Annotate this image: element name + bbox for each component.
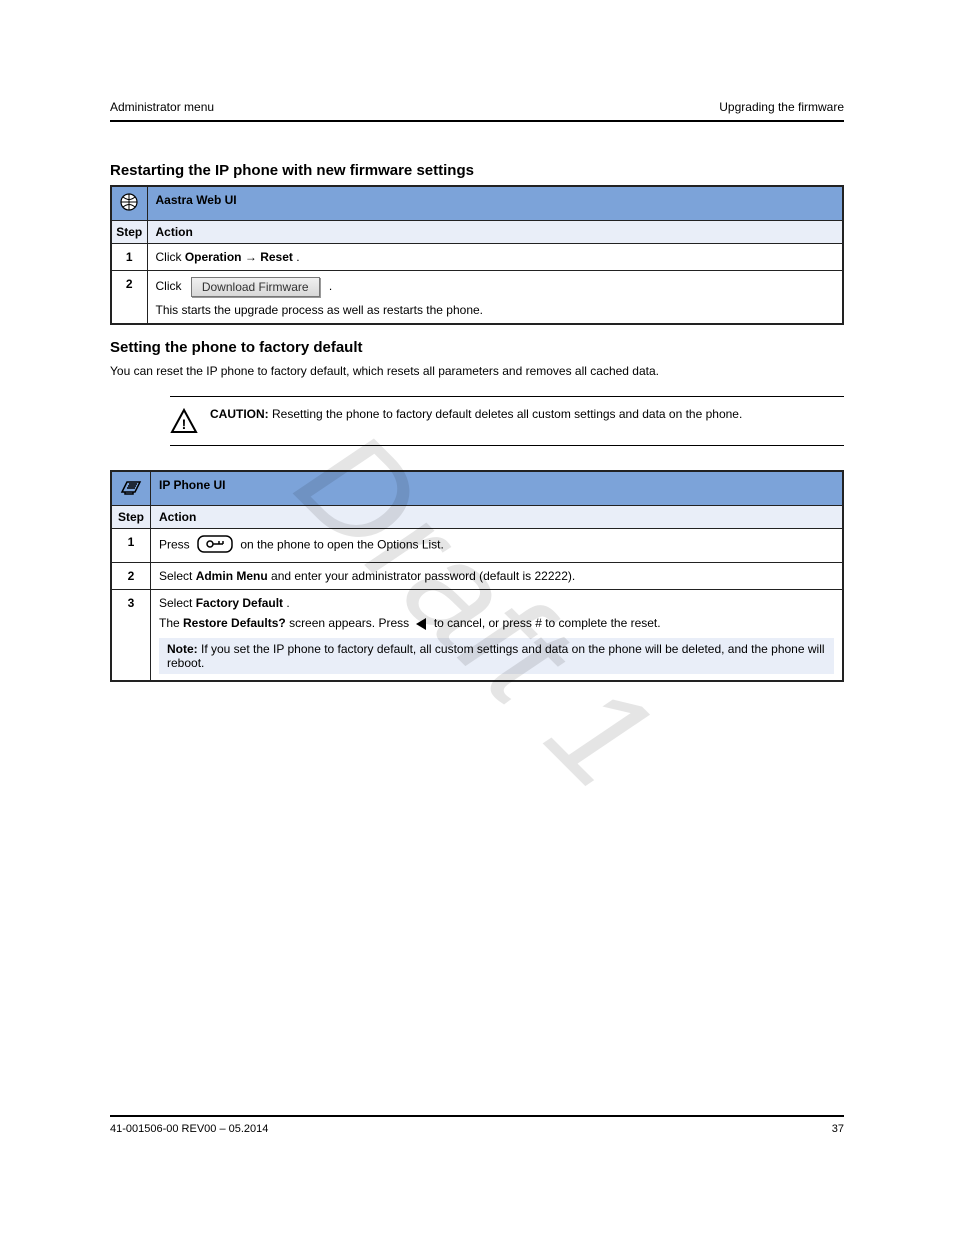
globe-icon-cell [111, 186, 147, 221]
phone-column-action: Action [151, 506, 844, 529]
caution-box: ! CAUTION: Resetting the phone to factor… [170, 396, 844, 446]
web-procedure-table: Aastra Web UI Step Action 1 Click Operat… [110, 185, 844, 325]
download-firmware-button[interactable]: Download Firmware [191, 277, 320, 297]
note-label: Note: [167, 642, 201, 656]
note-body: If you set the IP phone to factory defau… [167, 642, 825, 670]
phone-step-3: 3 [111, 590, 151, 682]
left-arrow-icon [416, 618, 426, 630]
web-step-1: 1 [111, 244, 147, 271]
header-right: Upgrading the firmware [719, 100, 844, 114]
section-desc-phone: You can reset the IP phone to factory de… [110, 364, 844, 378]
phone-icon [120, 478, 142, 496]
phone-action-1: Press on the phone to open the Options L… [151, 529, 844, 563]
phone-icon-cell [111, 471, 151, 506]
column-header-step: Step [111, 221, 147, 244]
web-action-1: Click Operation → Reset . [147, 244, 843, 271]
options-key-icon [197, 535, 233, 553]
phone-step-2: 2 [111, 563, 151, 590]
web-action-2: Click Download Firmware . This starts th… [147, 271, 843, 325]
svg-text:!: ! [182, 416, 187, 432]
page-footer: 41-001506-00 REV00 – 05.2014 37 [110, 1115, 844, 1135]
phone-action-2: Select Admin Menu and enter your adminis… [151, 563, 844, 590]
phone-action-3: Select Factory Default . The Restore Def… [151, 590, 844, 682]
section-title-phone: Setting the phone to factory default [110, 339, 844, 356]
phone-step-1: 1 [111, 529, 151, 563]
footer-left: 41-001506-00 REV00 – 05.2014 [110, 1123, 268, 1135]
web-table-heading: Aastra Web UI [147, 186, 843, 221]
globe-icon [120, 193, 138, 211]
footer-right: 37 [832, 1123, 844, 1135]
phone-procedure-table: IP Phone UI Step Action 1 Press on the p… [110, 470, 844, 682]
section-title-web: Restarting the IP phone with new firmwar… [110, 162, 844, 179]
page-header: Administrator menu Upgrading the firmwar… [110, 100, 844, 122]
header-left: Administrator menu [110, 100, 214, 114]
phone-table-heading: IP Phone UI [151, 471, 844, 506]
web-step-2: 2 [111, 271, 147, 325]
column-header-action: Action [147, 221, 843, 244]
phone-column-step: Step [111, 506, 151, 529]
caution-body: Resetting the phone to factory default d… [272, 407, 742, 421]
caution-label: CAUTION: [210, 407, 272, 421]
warning-icon: ! [170, 407, 198, 435]
